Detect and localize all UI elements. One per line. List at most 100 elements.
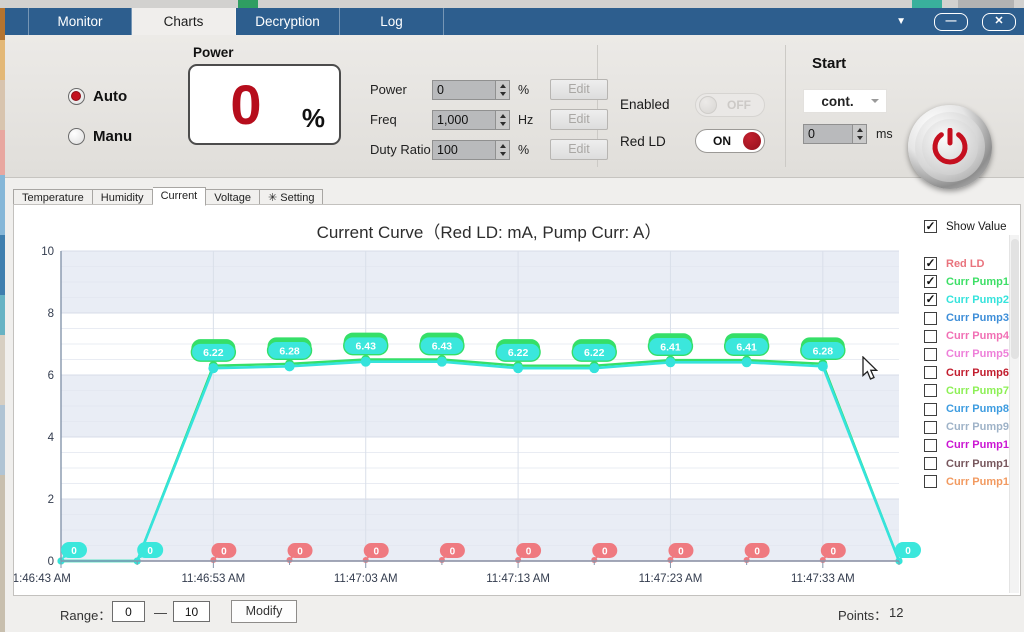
radio-auto[interactable]: Auto xyxy=(68,88,127,105)
legend-item-curr-pump3[interactable]: Curr Pump3 xyxy=(924,311,1015,325)
svg-text:0: 0 xyxy=(831,547,837,558)
legend-checkbox[interactable] xyxy=(924,347,937,361)
edit-power-button[interactable]: Edit xyxy=(550,79,608,100)
svg-text:6: 6 xyxy=(48,370,54,382)
duty-stepper-arrows[interactable] xyxy=(495,139,510,160)
legend-item-curr-pump5[interactable]: Curr Pump5 xyxy=(924,347,1015,361)
legend-item-curr-pump2[interactable]: ✓ Curr Pump2 xyxy=(924,293,1015,307)
svg-text:11:47:23 AM: 11:47:23 AM xyxy=(639,573,703,585)
power-display: 0 % xyxy=(188,64,341,145)
menu-caret-icon[interactable]: ▼ xyxy=(882,16,920,27)
modify-button[interactable]: Modify xyxy=(231,600,297,623)
enabled-toggle[interactable]: OFF xyxy=(695,93,765,117)
svg-text:0: 0 xyxy=(450,547,456,558)
tab-current[interactable]: Current xyxy=(152,187,207,206)
svg-text:6.22: 6.22 xyxy=(584,347,605,359)
legend-scrollbar[interactable] xyxy=(1009,235,1019,593)
desktop-edge-top xyxy=(0,0,1024,8)
radio-auto-icon[interactable] xyxy=(68,88,85,105)
control-panel: Auto Manu Power 0 % Power 0 % Edit Freq … xyxy=(5,35,1024,189)
spin-up-icon[interactable] xyxy=(499,143,506,148)
radio-manu[interactable]: Manu xyxy=(68,128,132,145)
duration-stepper-value[interactable]: 0 xyxy=(803,124,852,144)
range-label: Range： xyxy=(60,608,112,623)
power-stepper-value[interactable]: 0 xyxy=(432,79,495,100)
radio-manu-icon[interactable] xyxy=(68,128,85,145)
power-display-unit: % xyxy=(301,103,325,133)
legend-checkbox[interactable]: ✓ xyxy=(924,257,937,270)
edit-freq-button[interactable]: Edit xyxy=(550,109,608,130)
spin-down-icon[interactable] xyxy=(856,136,863,140)
range-min-input[interactable] xyxy=(112,601,145,622)
legend-checkbox[interactable] xyxy=(924,420,937,434)
power-icon xyxy=(932,128,968,165)
tab-monitor[interactable]: Monitor xyxy=(28,8,132,35)
svg-text:0: 0 xyxy=(526,547,532,558)
legend-item-curr-pump12[interactable]: Curr Pump12 xyxy=(924,475,1015,489)
legend-label: Curr Pump11 xyxy=(946,457,1015,470)
tab-decryption[interactable]: Decryption xyxy=(236,8,340,35)
legend-item-curr-pump11[interactable]: Curr Pump11 xyxy=(924,457,1015,471)
start-power-button[interactable] xyxy=(908,105,992,189)
window-controls: ▼ — ✕ xyxy=(882,8,1024,35)
param-duty-unit: % xyxy=(518,142,530,157)
spin-up-icon[interactable] xyxy=(856,128,863,132)
red-ld-toggle-state: ON xyxy=(713,134,731,148)
duration-stepper[interactable]: 0 xyxy=(803,124,867,144)
show-value-row[interactable]: ✓ Show Value xyxy=(924,220,1007,233)
param-row-freq: Freq 1,000 Hz Edit xyxy=(370,109,608,130)
duty-stepper-value[interactable]: 100 xyxy=(432,139,495,160)
legend-checkbox[interactable]: ✓ xyxy=(924,293,937,307)
start-mode-select[interactable]: cont. xyxy=(803,89,887,113)
power-display-value: 0 xyxy=(230,72,262,136)
legend-label: Curr Pump1 xyxy=(946,275,1009,288)
legend-checkbox[interactable] xyxy=(924,457,937,471)
svg-text:0: 0 xyxy=(221,547,227,558)
legend-checkbox[interactable]: ✓ xyxy=(924,275,937,289)
spin-up-icon[interactable] xyxy=(499,113,506,118)
legend-item-curr-pump6[interactable]: Curr Pump6 xyxy=(924,366,1015,380)
freq-stepper[interactable]: 1,000 xyxy=(432,109,510,130)
edit-duty-button[interactable]: Edit xyxy=(550,139,608,160)
legend-checkbox[interactable] xyxy=(924,475,937,489)
spin-up-icon[interactable] xyxy=(499,83,506,88)
legend-item-curr-pump10[interactable]: Curr Pump10 xyxy=(924,438,1015,452)
svg-text:6.43: 6.43 xyxy=(432,341,453,353)
legend-checkbox[interactable] xyxy=(924,329,937,343)
minimize-button[interactable]: — xyxy=(934,12,968,31)
legend-checkbox[interactable] xyxy=(924,366,937,380)
legend-checkbox[interactable] xyxy=(924,311,937,325)
legend-checkbox[interactable] xyxy=(924,438,937,452)
legend-item-curr-pump7[interactable]: Curr Pump7 xyxy=(924,384,1015,398)
power-stepper[interactable]: 0 xyxy=(432,79,510,100)
close-button[interactable]: ✕ xyxy=(982,12,1016,31)
legend-checkbox[interactable] xyxy=(924,384,937,398)
legend-items: ✓ Red LD ✓ Curr Pump1 ✓ Curr Pump2 Curr Pump3 C… xyxy=(924,257,1015,493)
duration-stepper-arrows[interactable] xyxy=(852,124,867,144)
freq-stepper-arrows[interactable] xyxy=(495,109,510,130)
svg-text:11:46:53 AM: 11:46:53 AM xyxy=(181,573,245,585)
legend-item-curr-pump9[interactable]: Curr Pump9 xyxy=(924,420,1015,434)
spin-down-icon[interactable] xyxy=(499,91,506,96)
svg-text:11:47:03 AM: 11:47:03 AM xyxy=(334,573,398,585)
mouse-cursor xyxy=(862,356,879,380)
scrollbar-thumb[interactable] xyxy=(1011,239,1019,359)
red-ld-toggle[interactable]: ON xyxy=(695,129,765,153)
power-stepper-arrows[interactable] xyxy=(495,79,510,100)
legend-label: Curr Pump3 xyxy=(946,312,1009,325)
legend-item-red-ld[interactable]: ✓ Red LD xyxy=(924,257,1015,270)
duty-stepper[interactable]: 100 xyxy=(432,139,510,160)
show-value-checkbox[interactable]: ✓ xyxy=(924,220,937,233)
spin-down-icon[interactable] xyxy=(499,151,506,156)
svg-text:0: 0 xyxy=(905,546,911,557)
tab-charts[interactable]: Charts xyxy=(132,8,236,35)
legend-checkbox[interactable] xyxy=(924,402,937,416)
legend-item-curr-pump8[interactable]: Curr Pump8 xyxy=(924,402,1015,416)
legend-item-curr-pump4[interactable]: Curr Pump4 xyxy=(924,329,1015,343)
legend-item-curr-pump1[interactable]: ✓ Curr Pump1 xyxy=(924,275,1015,289)
freq-stepper-value[interactable]: 1,000 xyxy=(432,109,495,130)
chart-panel: Current Curve（Red LD: mA, Pump Curr: A） … xyxy=(13,204,1021,596)
range-max-input[interactable] xyxy=(173,601,210,622)
spin-down-icon[interactable] xyxy=(499,121,506,126)
tab-log[interactable]: Log xyxy=(340,8,444,35)
